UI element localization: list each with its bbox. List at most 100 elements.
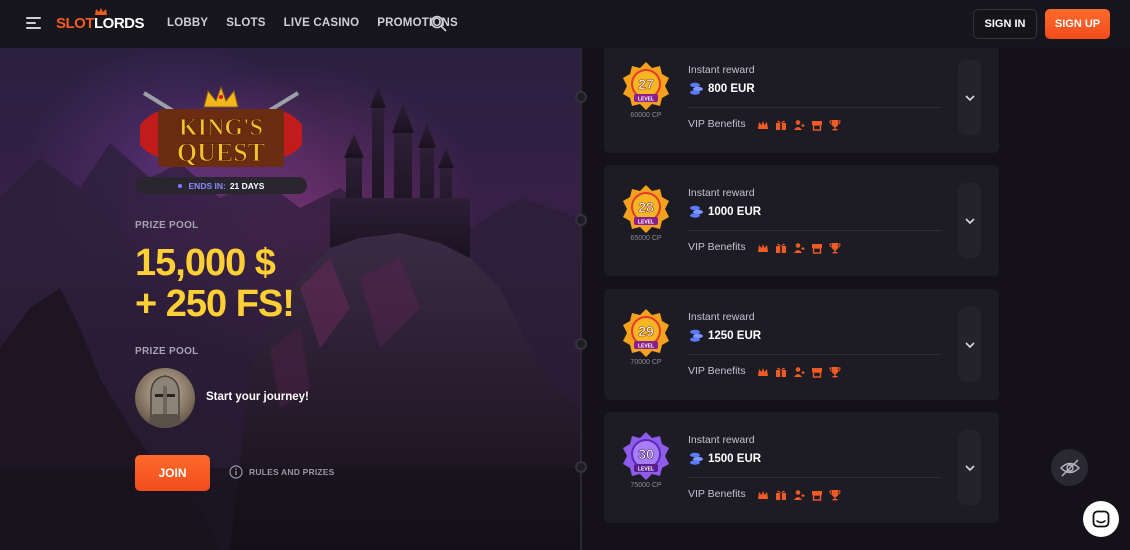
top-navigation-bar: SLOTLORDS LOBBY SLOTS LIVE CASINO PROMOT… bbox=[0, 0, 1130, 48]
level-badge-icon: 28 LEVEL bbox=[623, 185, 669, 233]
reward-amount: 1250 EUR bbox=[708, 330, 762, 342]
timeline-line bbox=[580, 48, 582, 550]
level-word: LEVEL bbox=[638, 467, 654, 473]
search-icon[interactable] bbox=[430, 15, 447, 32]
chevron-down-icon bbox=[964, 464, 975, 471]
gift-icon bbox=[776, 490, 786, 500]
gift-icon bbox=[776, 367, 786, 377]
sign-in-button[interactable]: SIGN IN bbox=[973, 9, 1037, 39]
vip-benefits-label: VIP Benefits bbox=[688, 118, 746, 130]
support-chat-button[interactable] bbox=[1083, 501, 1119, 537]
level-card-27: 27 LEVEL 60000 CP Instant reward 800 EUR… bbox=[604, 42, 999, 153]
coins-icon bbox=[690, 452, 703, 465]
tournament-ends-badge: ENDS IN: 21 DAYS bbox=[135, 177, 307, 194]
rules-label: RULES AND PRIZES bbox=[249, 467, 335, 477]
level-number: 30 bbox=[638, 446, 654, 462]
level-badge-icon: 27 LEVEL bbox=[623, 62, 669, 110]
timeline-dot bbox=[575, 214, 587, 226]
instant-reward-label: Instant reward bbox=[688, 311, 755, 323]
voucher-icon bbox=[812, 244, 822, 254]
cp-requirement: 65000 CP bbox=[630, 235, 662, 242]
chevron-down-icon bbox=[964, 217, 975, 224]
game-logo-line2: QUEST bbox=[177, 138, 265, 167]
vip-benefits-label: VIP Benefits bbox=[688, 365, 746, 377]
crown-icon bbox=[758, 368, 768, 376]
gift-icon bbox=[776, 120, 786, 130]
nav-lobby[interactable]: LOBBY bbox=[167, 17, 208, 29]
level-badge-icon: 30 LEVEL bbox=[623, 432, 669, 480]
level-number: 27 bbox=[638, 76, 654, 92]
prize-amount-line1: 15,000 $ bbox=[135, 242, 276, 284]
prize-amount-line2: + 250 FS! bbox=[135, 283, 295, 325]
user-plus-icon bbox=[794, 490, 805, 500]
chat-icon bbox=[1092, 510, 1110, 528]
ends-in-value: 21 DAYS bbox=[229, 180, 265, 191]
level-card-28: 28 LEVEL 65000 CP Instant reward 1000 EU… bbox=[604, 165, 999, 276]
reward-amount: 1000 EUR bbox=[708, 206, 762, 218]
expand-level-button[interactable] bbox=[958, 60, 981, 135]
status-dot-icon bbox=[177, 183, 182, 188]
reward-amount: 800 EUR bbox=[708, 83, 755, 95]
vip-benefit-icons bbox=[757, 119, 841, 131]
card-divider bbox=[688, 230, 942, 231]
sign-up-button[interactable]: SIGN UP bbox=[1045, 9, 1110, 39]
cp-requirement: 75000 CP bbox=[630, 482, 662, 489]
expand-level-button[interactable] bbox=[958, 183, 981, 258]
nav-live-casino[interactable]: LIVE CASINO bbox=[284, 17, 360, 29]
vip-benefits-label: VIP Benefits bbox=[688, 488, 746, 500]
chevron-down-icon bbox=[964, 94, 975, 101]
user-plus-icon bbox=[794, 243, 805, 253]
expand-level-button[interactable] bbox=[958, 430, 981, 505]
coins-icon bbox=[690, 329, 703, 342]
crown-icon bbox=[758, 121, 768, 129]
eye-off-icon bbox=[1059, 459, 1080, 476]
vip-benefit-icons bbox=[757, 366, 841, 378]
timeline-dot bbox=[575, 338, 587, 350]
logo-text-slot: SLOT bbox=[56, 15, 95, 32]
journey-text: Start your journey! bbox=[206, 391, 309, 403]
level-word: LEVEL bbox=[638, 344, 654, 350]
card-divider bbox=[688, 477, 942, 478]
vip-benefits-label: VIP Benefits bbox=[688, 241, 746, 253]
site-logo[interactable]: SLOTLORDS bbox=[56, 8, 145, 32]
crown-icon bbox=[758, 491, 768, 499]
voucher-icon bbox=[812, 121, 822, 131]
instant-reward-label: Instant reward bbox=[688, 434, 755, 446]
join-button[interactable]: JOIN bbox=[135, 455, 210, 491]
hide-balance-button[interactable] bbox=[1051, 449, 1088, 486]
knight-helmet-icon bbox=[145, 375, 185, 428]
instant-reward-label: Instant reward bbox=[688, 187, 755, 199]
card-divider bbox=[688, 107, 942, 108]
card-divider bbox=[688, 354, 942, 355]
ends-in-label: ENDS IN: bbox=[188, 180, 226, 191]
logo-text-lords: LORDS bbox=[94, 15, 145, 32]
trophy-icon bbox=[829, 367, 841, 378]
reward-amount: 1500 EUR bbox=[708, 453, 762, 465]
level-word: LEVEL bbox=[638, 97, 654, 103]
level-number: 28 bbox=[638, 199, 654, 215]
coins-icon bbox=[690, 82, 703, 95]
level-badge-icon: 29 LEVEL bbox=[623, 309, 669, 357]
voucher-icon bbox=[812, 368, 822, 378]
knight-avatar bbox=[135, 368, 195, 428]
timeline-dot bbox=[575, 461, 587, 473]
rules-and-prizes-link[interactable]: RULES AND PRIZES bbox=[229, 465, 335, 479]
cp-requirement: 70000 CP bbox=[630, 359, 662, 366]
prize-pool-label-secondary: PRIZE POOL bbox=[135, 346, 199, 357]
chevron-down-icon bbox=[964, 341, 975, 348]
main-nav: LOBBY SLOTS LIVE CASINO PROMOTIONS bbox=[167, 17, 458, 29]
crown-icon bbox=[758, 244, 768, 252]
expand-level-button[interactable] bbox=[958, 307, 981, 382]
kings-quest-logo: KING'S QUEST bbox=[140, 85, 302, 168]
user-plus-icon bbox=[794, 120, 805, 130]
logo-crown-icon bbox=[95, 8, 107, 15]
vip-benefit-icons bbox=[757, 242, 841, 254]
gift-icon bbox=[776, 243, 786, 253]
nav-slots[interactable]: SLOTS bbox=[226, 17, 265, 29]
level-word: LEVEL bbox=[638, 220, 654, 226]
trophy-icon bbox=[829, 243, 841, 254]
level-number: 29 bbox=[638, 323, 654, 339]
hamburger-menu-icon[interactable] bbox=[26, 17, 41, 29]
instant-reward-label: Instant reward bbox=[688, 64, 755, 76]
coins-icon bbox=[690, 205, 703, 218]
